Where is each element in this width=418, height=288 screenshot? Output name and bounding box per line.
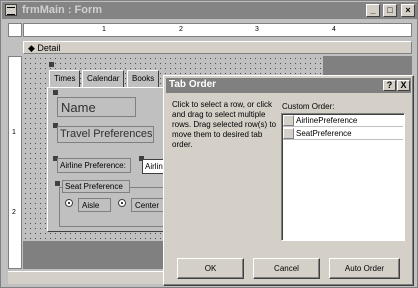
selection-handle[interactable] bbox=[49, 62, 54, 67]
form-selector[interactable] bbox=[8, 23, 22, 37]
minimize-button[interactable]: _ bbox=[366, 4, 380, 17]
aisle-radio[interactable] bbox=[65, 199, 73, 207]
center-radio[interactable] bbox=[118, 199, 126, 207]
form-icon[interactable] bbox=[5, 4, 17, 16]
horizontal-ruler[interactable]: 1 2 3 4 bbox=[23, 23, 412, 37]
dialog-close-button[interactable]: X bbox=[397, 80, 410, 91]
instructions-text: Click to select a row, or click and drag… bbox=[172, 100, 277, 149]
center-label[interactable]: Center bbox=[131, 198, 164, 212]
list-item-label: AirlinePreference bbox=[296, 116, 358, 125]
window-title: frmMain : Form bbox=[22, 4, 103, 16]
list-item-label: SeatPreference bbox=[296, 129, 352, 138]
selection-handle[interactable] bbox=[53, 90, 58, 95]
custom-order-label: Custom Order: bbox=[282, 102, 335, 111]
tab-books[interactable]: Books bbox=[127, 70, 160, 87]
cancel-button[interactable]: Cancel bbox=[253, 258, 320, 279]
selection-handle[interactable] bbox=[55, 181, 60, 186]
detail-section-bar[interactable]: ◆ Detail bbox=[23, 41, 412, 54]
list-item[interactable]: SeatPreference bbox=[283, 128, 403, 140]
row-selector[interactable] bbox=[283, 115, 294, 126]
seat-preference-label[interactable]: Seat Preference bbox=[62, 180, 130, 193]
close-button[interactable]: × bbox=[401, 4, 415, 17]
airline-preference-label[interactable]: Airline Preference: bbox=[57, 158, 131, 173]
tab-times[interactable]: Times bbox=[49, 70, 81, 87]
detail-label: ◆ Detail bbox=[28, 43, 61, 53]
ruler-number: 3 bbox=[255, 26, 259, 33]
vertical-ruler[interactable]: 1 2 bbox=[8, 56, 22, 269]
ok-button[interactable]: OK bbox=[177, 258, 244, 279]
custom-order-list[interactable]: AirlinePreference SeatPreference bbox=[281, 113, 405, 241]
auto-order-button[interactable]: Auto Order bbox=[329, 258, 400, 279]
help-button[interactable]: ? bbox=[383, 80, 396, 91]
tab-calendar[interactable]: Calendar bbox=[82, 70, 125, 87]
tab-order-dialog: Tab Order ? X Click to select a row, or … bbox=[163, 75, 414, 286]
ruler-number: 2 bbox=[179, 26, 183, 33]
ruler-number: 4 bbox=[332, 26, 336, 33]
ruler-number: 1 bbox=[102, 26, 106, 33]
aisle-label[interactable]: Aisle bbox=[78, 198, 111, 212]
list-item[interactable]: AirlinePreference bbox=[283, 115, 403, 127]
window-titlebar[interactable]: frmMain : Form _ □ × bbox=[2, 2, 417, 19]
maximize-button[interactable]: □ bbox=[383, 4, 397, 17]
dialog-titlebar[interactable]: Tab Order ? X bbox=[166, 78, 411, 93]
ruler-number: 2 bbox=[12, 209, 16, 216]
dialog-title: Tab Order bbox=[169, 79, 217, 90]
travel-preferences-label[interactable]: Travel Preferences bbox=[57, 126, 154, 143]
row-selector[interactable] bbox=[283, 128, 294, 139]
ruler-number: 1 bbox=[12, 129, 16, 136]
name-label[interactable]: Name bbox=[57, 97, 136, 117]
